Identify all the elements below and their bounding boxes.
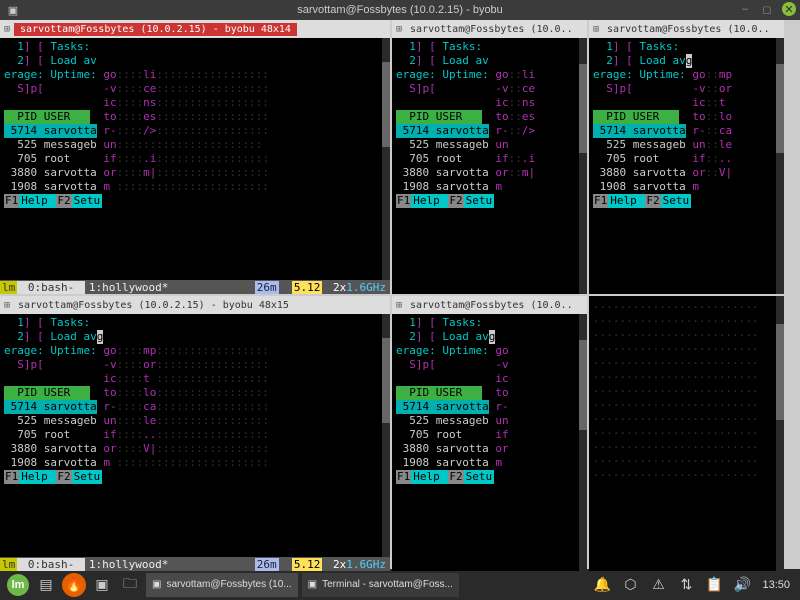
minimize-button[interactable]: – [738, 2, 752, 16]
window-1-hollywood[interactable]: 1:hollywood* [85, 281, 172, 294]
clipboard-icon[interactable]: 📋 [702, 573, 726, 597]
show-desktop-icon[interactable]: ▤ [34, 573, 58, 597]
volume-icon[interactable]: 🔊 [730, 573, 754, 597]
pane-header: ⊞ sarvottam@Fossbytes (10.0.. [589, 20, 784, 38]
cursor: g [686, 54, 693, 68]
clock[interactable]: 13:50 [758, 579, 794, 591]
task-label: sarvottam@Fossbytes (10... [166, 579, 291, 590]
byobu-pane-top-left[interactable]: ⊞ sarvottam@Fossbytes (10.0.2.15) - byob… [0, 20, 390, 294]
files-icon[interactable]: 🗀 [118, 573, 142, 597]
taskbar: lm ▤ 🔥 ▣ 🗀 ▣ sarvottam@Fossbytes (10... … [0, 569, 800, 600]
terminal-icon[interactable]: ▣ [90, 573, 114, 597]
scrollbar[interactable] [382, 314, 390, 557]
pane-title: sarvottam@Fossbytes (10.0.2.15) - byobu … [14, 300, 293, 311]
load-badge: 5.12 [292, 281, 323, 294]
task-byobu[interactable]: ▣ sarvottam@Fossbytes (10... [146, 573, 298, 597]
pane-title: sarvottam@Fossbytes (10.0.. [406, 300, 577, 311]
cpu-badge: 2x1.6GHz [322, 281, 390, 294]
split-icon[interactable]: ⊞ [396, 24, 402, 35]
task-label: Terminal - sarvottam@Foss... [322, 579, 453, 590]
scrollbar[interactable] [776, 38, 784, 294]
scrollbar[interactable] [382, 38, 390, 280]
pane-header: ⊞ sarvottam@Fossbytes (10.0.2.15) - byob… [0, 296, 390, 314]
scrollbar[interactable] [579, 314, 587, 571]
byobu-pane-bottom-mid[interactable]: ⊞ sarvottam@Fossbytes (10.0.. 1] [ Tasks… [392, 296, 587, 571]
window-title: sarvottam@Fossbytes (10.0.2.15) - byobu [297, 4, 503, 16]
terminal-body[interactable]: ......................... ..............… [589, 296, 784, 571]
distro-badge: lm [0, 281, 17, 294]
pane-title: sarvottam@Fossbytes (10.0.2.15) - byobu … [14, 23, 297, 36]
pane-header: ⊞ sarvottam@Fossbytes (10.0.. [392, 296, 587, 314]
byobu-grid: ⊞ sarvottam@Fossbytes (10.0.2.15) - byob… [0, 20, 800, 569]
byobu-pane-top-right[interactable]: ⊞ sarvottam@Fossbytes (10.0.. 1] [ Tasks… [589, 20, 784, 294]
network-icon[interactable]: ⇅ [674, 573, 698, 597]
uptime-badge: 26m [255, 281, 279, 294]
terminal-body[interactable]: 1] [ Tasks: 2] [ Load avg erage: Uptime:… [589, 38, 784, 294]
pane-header: ⊞ sarvottam@Fossbytes (10.0.. [392, 20, 587, 38]
maximize-button[interactable]: ◻ [760, 2, 774, 16]
window-titlebar: ▣ sarvottam@Fossbytes (10.0.2.15) - byob… [0, 0, 800, 20]
byobu-pane-bottom-right[interactable]: ......................... ..............… [589, 296, 784, 571]
firefox-icon[interactable]: 🔥 [62, 573, 86, 597]
close-button[interactable]: ✕ [782, 2, 796, 16]
scrollbar[interactable] [579, 38, 587, 294]
task-terminal[interactable]: ▣ Terminal - sarvottam@Foss... [302, 573, 459, 597]
byobu-status-line: lm 0:bash- 1:hollywood* 26m 5.12 2x1.6GH… [0, 557, 390, 571]
byobu-pane-top-mid[interactable]: ⊞ sarvottam@Fossbytes (10.0.. 1] [ Tasks… [392, 20, 587, 294]
terminal-body[interactable]: 1] [ Tasks: 2] [ Load av erage: Uptime: … [392, 38, 587, 294]
pane-title: sarvottam@Fossbytes (10.0.. [603, 24, 774, 35]
window-0-bash[interactable]: 0:bash- [17, 281, 85, 294]
terminal-task-icon: ▣ [308, 579, 317, 590]
scrollbar[interactable] [776, 296, 784, 571]
split-icon[interactable]: ⊞ [396, 300, 402, 311]
split-icon[interactable]: ⊞ [4, 24, 10, 35]
terminal-body[interactable]: 1] [ Tasks: 2] [ Load avg erage: Uptime:… [0, 314, 390, 557]
htop-helpbar[interactable]: F1Help F2Setu [4, 194, 386, 208]
pane-header: ⊞ sarvottam@Fossbytes (10.0.2.15) - byob… [0, 20, 390, 38]
htop-header[interactable]: PID USER [4, 110, 90, 124]
pane-title: sarvottam@Fossbytes (10.0.. [406, 24, 577, 35]
terminal-body[interactable]: 1] [ Tasks: 2] [ Load av erage: Uptime: … [0, 38, 390, 280]
split-icon[interactable]: ⊞ [4, 300, 10, 311]
shield-icon[interactable]: ⬡ [618, 573, 642, 597]
notifications-icon[interactable]: 🔔 [590, 573, 614, 597]
byobu-status-line: lm 0:bash- 1:hollywood* 26m 5.12 2x1.6GH… [0, 280, 390, 294]
warning-icon[interactable]: ⚠ [646, 573, 670, 597]
terminal-task-icon: ▣ [152, 579, 161, 590]
terminal-app-icon: ▣ [6, 3, 20, 17]
terminal-body[interactable]: 1] [ Tasks: 2] [ Load avg erage: Uptime:… [392, 314, 587, 571]
mint-menu-icon[interactable]: lm [6, 573, 30, 597]
byobu-pane-bottom-left[interactable]: ⊞ sarvottam@Fossbytes (10.0.2.15) - byob… [0, 296, 390, 571]
split-icon[interactable]: ⊞ [593, 24, 599, 35]
